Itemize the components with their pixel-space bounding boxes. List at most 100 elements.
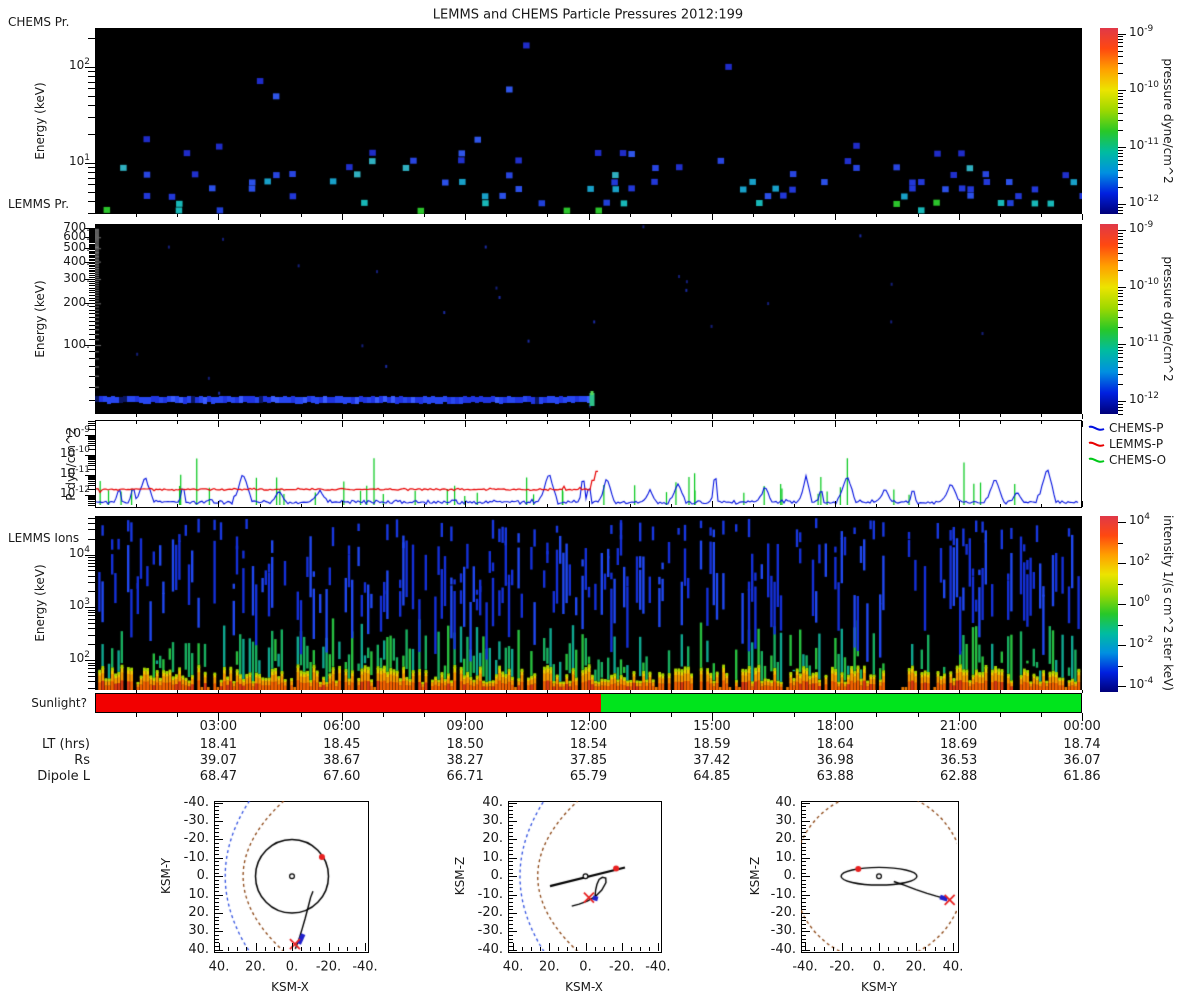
time-axis-tick — [382, 713, 384, 717]
cb1-minor-tick — [1118, 95, 1123, 97]
p4-x-tick — [465, 690, 467, 693]
orbit-yz-y-minor-tick — [802, 806, 806, 808]
cb4-minor-tick — [1118, 624, 1123, 626]
orbit-yz-y-minor-tick — [802, 835, 806, 837]
p4-x-tick — [300, 690, 302, 693]
p4-y-minor-tick — [88, 582, 95, 584]
p4-y-minor-tick — [88, 538, 95, 540]
orbit-yz-x-minor-tick — [860, 947, 862, 951]
cb2-minor-tick — [1118, 366, 1123, 368]
cb2-minor-tick — [1118, 316, 1123, 318]
orbit-yz-ylabel: KSM-Z — [748, 856, 762, 896]
time-axis-tick — [259, 713, 261, 717]
cb2-minor-tick — [1118, 259, 1123, 261]
orbit-xz-y-major-tick — [509, 876, 517, 878]
orbit-plot-xy — [214, 801, 367, 951]
p1-y-minor-tick — [88, 201, 95, 203]
colorbar-pressure-top — [1100, 28, 1118, 214]
p3-x-tick-top — [753, 421, 754, 424]
p1-y-minor-tick — [88, 191, 95, 193]
time-label: 06:00 — [323, 719, 361, 734]
orbit-xz-y-minor-tick — [509, 883, 513, 885]
p3-x-tick-bottom — [218, 501, 220, 507]
orbit-xy-y-minor-tick — [215, 924, 219, 926]
orbit-yz-y-minor-tick — [802, 905, 806, 907]
orbit-xz-y-minor-tick — [509, 868, 513, 870]
orbit-yz-y-tick-label: -40. — [770, 941, 796, 957]
p2-y-minor-tick — [89, 386, 95, 388]
cb1-minor-tick — [1118, 63, 1123, 65]
p2-y-tick-label: 500. — [63, 240, 90, 255]
orbit-yz-y-minor-tick — [802, 909, 806, 911]
p2-y-tick-label: 100. — [63, 337, 90, 351]
time-axis-tick — [794, 713, 796, 717]
orbit-yz-x-major-tick — [953, 943, 954, 951]
p1-x-tick — [629, 214, 631, 217]
p4-y-minor-tick — [88, 570, 95, 572]
orbit-yz-y-major-tick — [802, 876, 810, 878]
orbit-xy-y-minor-tick — [215, 809, 219, 811]
p3-x-tick-bottom — [588, 501, 590, 507]
p4-x-tick — [588, 690, 590, 693]
orbit-yz-y-tick-label: 40. — [775, 794, 796, 810]
orbit-xz-x-tick-label: -40. — [645, 959, 671, 975]
orbit-xz-y-tick-label: -20. — [477, 905, 503, 920]
orbit-xy-x-minor-tick — [273, 947, 275, 951]
pressure-lines-plot — [96, 421, 1079, 505]
orbit-xz-y-tick-label: 40. — [482, 794, 503, 810]
cb2-minor-tick — [1118, 352, 1123, 354]
orbit-xy-x-tick-label: 0. — [285, 959, 299, 975]
p1-x-tick — [506, 214, 508, 217]
cb2-minor-tick — [1118, 346, 1123, 348]
p1-y-minor-tick — [88, 37, 95, 39]
p3-x-tick-bottom — [711, 501, 713, 507]
orbit-yz-x-minor-tick — [851, 947, 853, 951]
p2-y-minor-tick — [89, 309, 95, 311]
p3-x-tick-top — [835, 421, 837, 427]
cb1-minor-tick — [1118, 112, 1123, 114]
cb1-tick-label: 10-12 — [1129, 194, 1159, 210]
p4-x-tick — [1082, 690, 1083, 693]
orbit-yz-x-minor-tick — [925, 947, 927, 951]
p4-y-minor-tick — [88, 628, 95, 630]
cb2-minor-tick — [1118, 304, 1123, 306]
orbit-xz-x-major-tick — [657, 943, 659, 951]
p4-y-minor-tick — [88, 517, 95, 519]
time-axis-tick — [753, 713, 754, 717]
p1-x-tick — [382, 214, 384, 217]
cb1-major-tick — [1118, 33, 1126, 35]
p1-y-minor-tick — [88, 88, 95, 90]
orbit-xy-xlabel: KSM-X — [271, 980, 309, 994]
orbit-xz-x-tick-label: 40. — [502, 959, 524, 975]
p3-x-tick-bottom — [876, 504, 878, 507]
p2-y-minor-tick — [89, 292, 95, 294]
orbit-xy-x-major-tick — [292, 943, 293, 951]
p3-x-tick-top — [300, 421, 302, 424]
cb2-minor-tick — [1118, 383, 1123, 385]
orbit-xy-x-major-tick — [328, 943, 330, 951]
panel-label-lemms-pressure: LEMMS Pr. — [8, 197, 70, 211]
cb4-major-tick — [1118, 522, 1126, 523]
orbit-xz-y-minor-tick — [509, 872, 513, 874]
cb1-minor-tick — [1118, 42, 1123, 44]
ephemeris-row-label-rs: Rs — [74, 753, 90, 768]
orbit-xz-ylabel: KSM-Z — [453, 856, 467, 896]
cb4-tick-label: 10-2 — [1129, 635, 1154, 650]
orbit-yz-y-minor-tick — [802, 901, 806, 903]
lemms-pressure-spectrogram — [95, 224, 1082, 414]
orbit-xz-y-major-tick — [509, 839, 517, 841]
orbit-yz-y-minor-tick — [802, 916, 806, 918]
orbit-yz-x-tick-label: 20. — [905, 959, 927, 975]
cb2-minor-tick — [1118, 238, 1123, 240]
ephemeris-value: 18.59 — [693, 737, 731, 752]
orbit-xy-y-minor-tick — [215, 898, 219, 900]
orbit-xy-y-minor-tick — [215, 817, 219, 819]
orbit-yz-y-major-tick — [802, 802, 810, 804]
p4-x-tick — [670, 690, 672, 693]
orbit-yz-x-minor-tick — [934, 947, 936, 951]
cb1-minor-tick — [1118, 209, 1123, 211]
cb1-major-tick — [1118, 90, 1126, 92]
orbit-plot-yz — [801, 801, 957, 951]
p3-y-minor-tick — [88, 505, 95, 507]
cb2-minor-tick — [1118, 409, 1123, 411]
